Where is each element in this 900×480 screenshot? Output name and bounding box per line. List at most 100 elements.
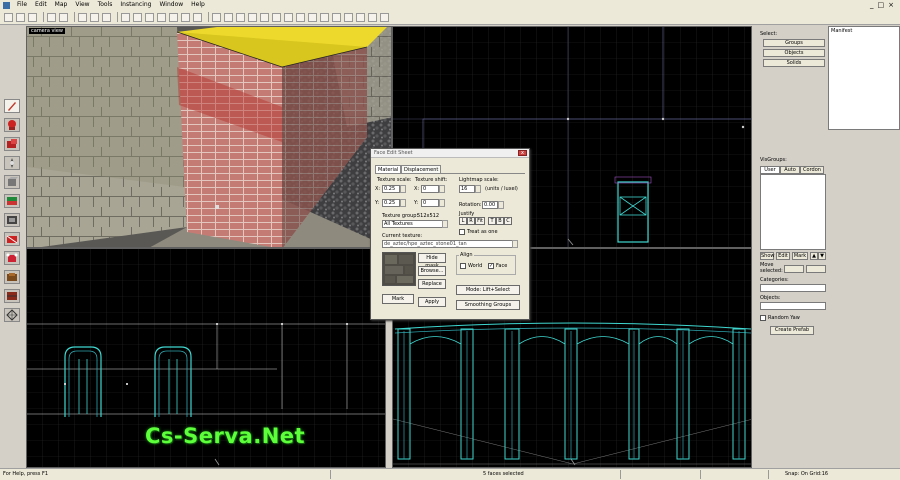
close-button[interactable]: × (888, 1, 894, 9)
smoothing-icon[interactable] (356, 12, 365, 22)
scale-y-spinner[interactable] (400, 199, 406, 207)
mark-button[interactable]: Mark (382, 294, 414, 304)
hide-selected-icon[interactable] (181, 12, 190, 22)
carve-icon[interactable] (260, 12, 269, 22)
cordon-icon[interactable] (308, 12, 317, 22)
sound-browser-icon[interactable] (380, 12, 389, 22)
visgroups-tab-auto[interactable]: Auto (780, 166, 800, 174)
visgroup-down-icon[interactable]: ▼ (818, 252, 826, 260)
wireframe-icon[interactable] (320, 12, 329, 22)
shift-x-input[interactable]: 0 (421, 185, 439, 193)
treat-as-one-checkbox[interactable] (459, 229, 465, 235)
select-objects-button[interactable]: Objects (763, 49, 825, 57)
browse-button[interactable]: Browse... (418, 266, 446, 276)
tab-material[interactable]: Material (375, 165, 402, 173)
visgroups-list[interactable] (760, 174, 826, 250)
texture-lock-icon[interactable] (193, 12, 202, 22)
lightmap-scale-input[interactable]: 16 (459, 185, 475, 193)
current-texture-select[interactable]: de_aztec/hpe_aztec_stone01_tan (382, 240, 518, 248)
lighting-icon[interactable] (344, 12, 353, 22)
shift-x-spinner[interactable] (439, 185, 445, 193)
cut-icon[interactable] (78, 12, 87, 22)
texture-group-select[interactable]: All Textures (382, 220, 448, 228)
justify-top-button[interactable]: T (488, 217, 496, 225)
camera-tool-icon[interactable] (4, 137, 20, 151)
clip-tool-icon[interactable] (4, 232, 20, 246)
dialog-close-icon[interactable]: x (518, 150, 527, 156)
path-tool-icon[interactable] (4, 289, 20, 303)
ungroup-icon[interactable] (224, 12, 233, 22)
random-yaw-checkbox[interactable] (760, 315, 766, 321)
move-selected-button[interactable] (784, 265, 804, 273)
objects-select[interactable] (760, 302, 826, 310)
visgroup-show-button[interactable]: Show (760, 252, 775, 260)
grid-toggle-icon[interactable] (121, 12, 130, 22)
manifest-panel[interactable] (828, 26, 900, 130)
open-file-icon[interactable] (16, 12, 25, 22)
textured-icon[interactable] (332, 12, 341, 22)
replace-button[interactable]: Replace (418, 279, 446, 289)
grid-larger-icon[interactable] (145, 12, 154, 22)
undo-icon[interactable] (47, 12, 56, 22)
hide-mask-button[interactable]: Hide mask (418, 253, 446, 269)
menu-file[interactable]: File (13, 0, 31, 10)
magnify-tool-icon[interactable] (4, 118, 20, 132)
justify-left-button[interactable]: L (459, 217, 467, 225)
to-world-icon[interactable] (236, 12, 245, 22)
menu-help[interactable]: Help (187, 0, 209, 10)
mode-button[interactable]: Mode: Lift+Select (456, 285, 520, 295)
menu-map[interactable]: Map (51, 0, 72, 10)
shift-y-spinner[interactable] (439, 199, 445, 207)
redo-icon[interactable] (59, 12, 68, 22)
viewport-3d-camera[interactable]: camera view (26, 26, 392, 248)
rotation-input[interactable]: 0.00 (482, 201, 498, 209)
paste-icon[interactable] (102, 12, 111, 22)
vertex-tool-icon[interactable] (4, 251, 20, 265)
apply-decal-icon[interactable] (4, 213, 20, 227)
rotation-spinner[interactable] (498, 201, 504, 209)
move-selected-new-button[interactable] (806, 265, 826, 273)
texture-tool-icon[interactable] (4, 194, 20, 208)
justify-right-button[interactable]: R (467, 217, 475, 225)
maximize-button[interactable]: □ (878, 1, 885, 9)
select-groups-button[interactable]: Groups (763, 39, 825, 47)
lightmap-scale-spinner[interactable] (475, 185, 481, 193)
align-face-checkbox[interactable]: ✓ (488, 263, 494, 269)
menu-view[interactable]: View (71, 0, 93, 10)
scale-x-input[interactable]: 0.25 (382, 185, 400, 193)
model-browser-icon[interactable] (368, 12, 377, 22)
morph-tool-icon[interactable] (4, 308, 20, 322)
ignore-groups-icon[interactable] (169, 12, 178, 22)
overlay-tool-icon[interactable] (4, 270, 20, 284)
visgroup-edit-button[interactable]: Edit (776, 252, 790, 260)
visgroup-mark-button[interactable]: Mark (792, 252, 808, 260)
scale-x-spinner[interactable] (400, 185, 406, 193)
create-prefab-button[interactable]: Create Prefab (770, 326, 814, 335)
texture-group-dropdown-icon[interactable] (442, 220, 448, 228)
smoothing-groups-button[interactable]: Smoothing Groups (456, 300, 520, 310)
grid-smaller-icon[interactable] (133, 12, 142, 22)
justify-fit-button[interactable]: Fit (475, 217, 485, 225)
visgroups-tab-cordon[interactable]: Cordon (800, 166, 824, 174)
save-file-icon[interactable] (28, 12, 37, 22)
new-file-icon[interactable] (4, 12, 13, 22)
justify-bottom-button[interactable]: B (496, 217, 504, 225)
entity-report-icon[interactable] (284, 12, 293, 22)
menu-edit[interactable]: Edit (31, 0, 51, 10)
group-icon[interactable] (212, 12, 221, 22)
copy-icon[interactable] (90, 12, 99, 22)
menu-window[interactable]: Window (155, 0, 187, 10)
select-solids-button[interactable]: Solids (763, 59, 825, 67)
selection-tool-icon[interactable] (4, 99, 20, 113)
shift-y-input[interactable]: 0 (421, 199, 439, 207)
align-world-checkbox[interactable] (460, 263, 466, 269)
visgroups-tab-user[interactable]: User (760, 166, 780, 174)
check-problems-icon[interactable] (296, 12, 305, 22)
block-tool-icon[interactable] (4, 175, 20, 189)
menu-tools[interactable]: Tools (94, 0, 117, 10)
justify-center-button[interactable]: C (504, 217, 512, 225)
visgroup-up-icon[interactable]: ▲ (810, 252, 818, 260)
minimize-button[interactable]: _ (870, 1, 874, 9)
3d-grid-icon[interactable] (157, 12, 166, 22)
to-entity-icon[interactable] (248, 12, 257, 22)
